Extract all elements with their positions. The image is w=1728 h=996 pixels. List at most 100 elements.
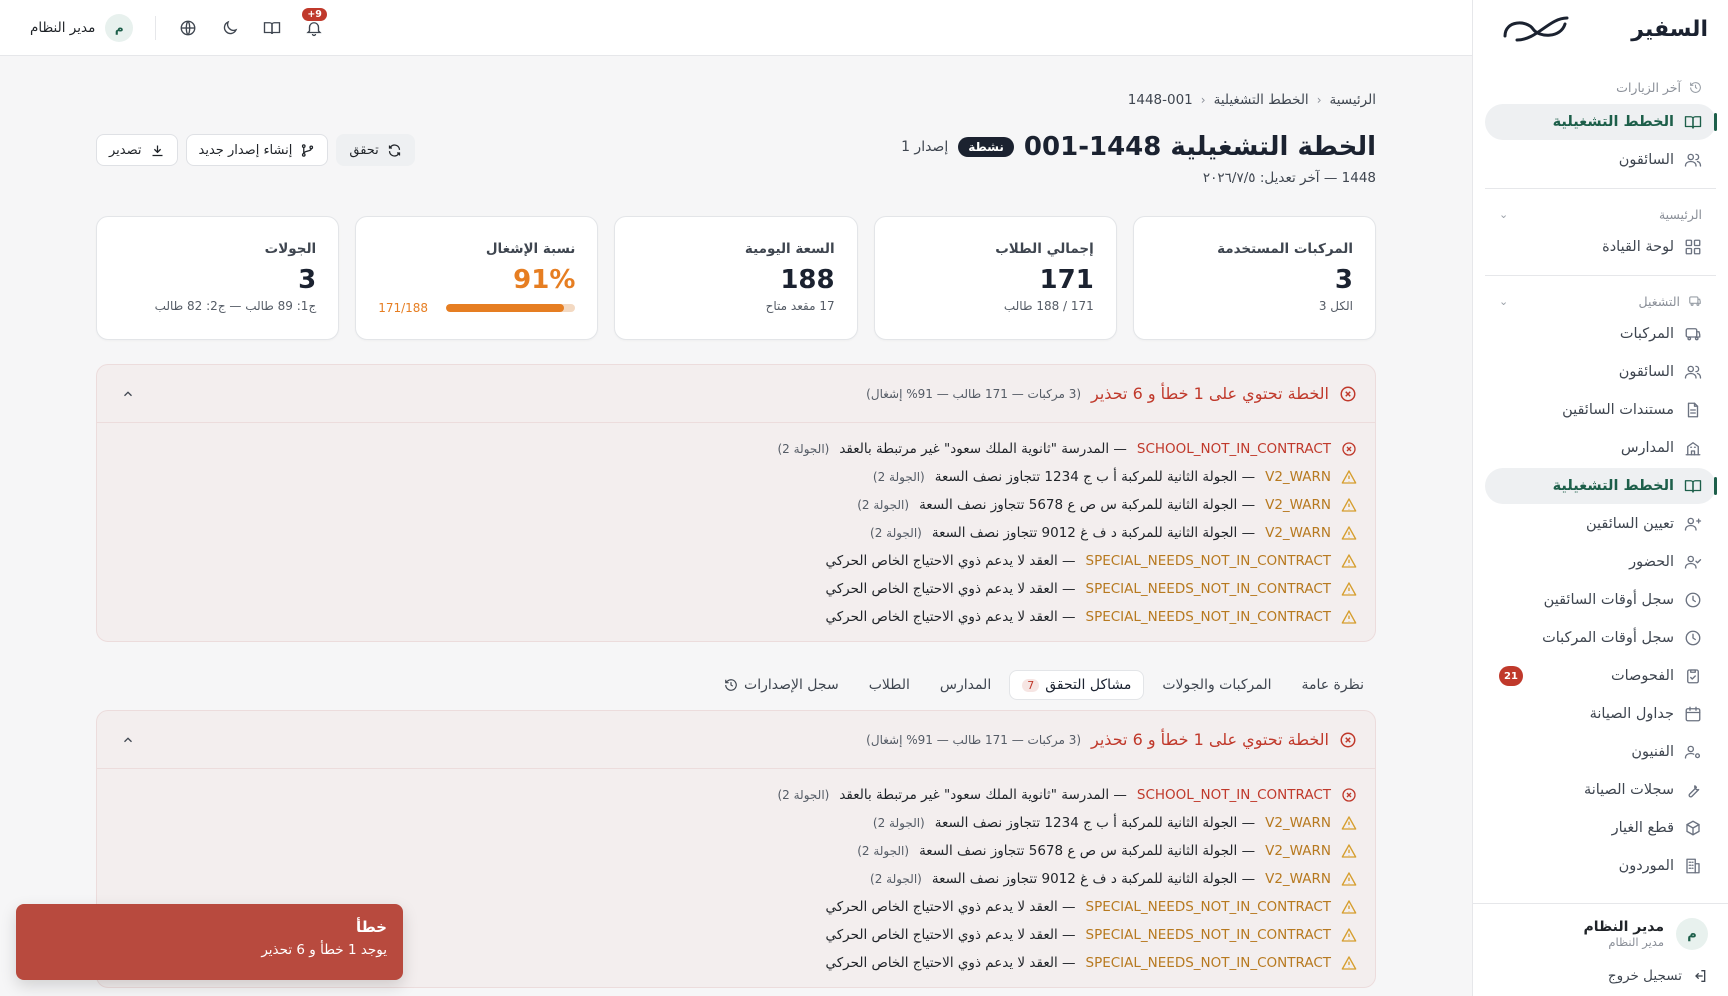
stat-sub: الكل 3 xyxy=(1318,299,1353,313)
section-operations[interactable]: التشغيل ⌄ xyxy=(1485,286,1716,316)
breadcrumb-home[interactable]: الرئيسية xyxy=(1330,92,1377,108)
sidebar-item-ops-6[interactable]: الحضور xyxy=(1485,544,1716,580)
sidebar-item-label: الفحوصات xyxy=(1610,668,1674,684)
issue-text: — الجولة الثانية للمركبة س ص ع 5678 تتجا… xyxy=(919,497,1256,513)
recent-item-1[interactable]: السائقون xyxy=(1485,142,1716,178)
chevron-up-icon[interactable] xyxy=(121,387,135,401)
tab-label: المركبات والجولات xyxy=(1162,677,1272,693)
tab-3[interactable]: المدارس xyxy=(928,670,1003,700)
clock-icon xyxy=(1684,591,1702,609)
validation-panel-header[interactable]: الخطة تحتوي على 1 خطأ و 6 تحذير (3 مركبا… xyxy=(97,365,1375,423)
book-icon[interactable] xyxy=(262,18,282,38)
user-check-icon xyxy=(1684,553,1702,571)
issue-code: V2_WARN xyxy=(1265,525,1331,541)
sidebar-item-label: الحضور xyxy=(1629,554,1674,570)
bell-icon[interactable]: +9 xyxy=(302,7,327,38)
chevron-up-icon[interactable] xyxy=(121,733,135,747)
sidebar-item-ops-14[interactable]: الموردون xyxy=(1485,848,1716,884)
sidebar-item-label: المركبات xyxy=(1619,326,1674,342)
error-circle-icon xyxy=(1341,787,1357,803)
brand-logo-icon xyxy=(1503,16,1569,42)
occupancy-progress-text: 171/188 xyxy=(378,301,429,315)
stat-sub: 171 / 188 طالب xyxy=(1003,299,1094,313)
section-home[interactable]: الرئيسية ⌄ xyxy=(1485,199,1716,229)
user-assign-icon xyxy=(1684,515,1702,533)
avatar: م xyxy=(105,13,134,42)
issue-code: SPECIAL_NEEDS_NOT_IN_CONTRACT xyxy=(1085,955,1331,971)
sidebar-item-ops-1[interactable]: السائقون xyxy=(1485,354,1716,390)
validation-panel-title: الخطة تحتوي على 1 خطأ و 6 تحذير (3 مركبا… xyxy=(866,730,1357,749)
stats-cards: المركبات المستخدمة 3 الكل 3 إجمالي الطلا… xyxy=(95,216,1376,340)
sidebar-item-ops-5[interactable]: تعيين السائقين xyxy=(1485,506,1716,542)
breadcrumb-plans[interactable]: الخطط التشغيلية xyxy=(1214,92,1309,108)
issue-text: — العقد لا يدعم ذوي الاحتياج الخاص الحرك… xyxy=(825,955,1076,971)
building-icon xyxy=(1684,857,1702,875)
users-icon xyxy=(1684,151,1702,169)
git-branch-icon xyxy=(300,143,315,158)
sidebar-nav: آخر الزيارات الخطط التشغيلية السائقون الر… xyxy=(1473,58,1728,903)
page-content: الرئيسية ‹ الخطط التشغيلية ‹ 1448-001 ال… xyxy=(0,56,1472,996)
issue-context: (الجولة 2) xyxy=(777,788,830,802)
validation-title: الخطة تحتوي على 1 خطأ و 6 تحذير xyxy=(1091,384,1329,403)
tab-4[interactable]: الطلاب xyxy=(857,670,922,700)
sidebar-item-ops-12[interactable]: سجلات الصيانة xyxy=(1485,772,1716,808)
sidebar-item-ops-0[interactable]: المركبات xyxy=(1485,316,1716,352)
sidebar-item-ops-13[interactable]: قطع الغيار xyxy=(1485,810,1716,846)
recent-item-0[interactable]: الخطط التشغيلية xyxy=(1485,104,1717,140)
issue-context: (الجولة 2) xyxy=(777,442,830,456)
validation-issues: SCHOOL_NOT_IN_CONTRACT — المدرسة "ثانوية … xyxy=(97,423,1375,641)
stat-label: الجولات xyxy=(264,241,317,257)
count-badge: 21 xyxy=(1499,666,1523,686)
error-toast[interactable]: خطأ يوجد 1 خطأ و 6 تحذير xyxy=(16,904,403,980)
plan-tabs: نظرة عامة المركبات والجولات مشاكل التحقق 7 ا… xyxy=(96,670,1376,700)
recent-visits-header: آخر الزيارات xyxy=(1485,70,1716,104)
chevron-left-icon: ‹ xyxy=(1316,93,1322,107)
sidebar-item-label: الموردون xyxy=(1618,858,1674,874)
sidebar-item-label: سجلات الصيانة xyxy=(1583,782,1674,798)
brand[interactable]: السفير xyxy=(1473,0,1728,58)
sidebar-item-ops-10[interactable]: جداول الصيانة xyxy=(1485,696,1716,732)
new-version-button-label: إنشاء إصدار جديد xyxy=(198,142,293,158)
validation-panel-header[interactable]: الخطة تحتوي على 1 خطأ و 6 تحذير (3 مركبا… xyxy=(97,711,1375,769)
issue-context: (الجولة 2) xyxy=(857,498,910,512)
tab-label: الطلاب xyxy=(868,677,910,693)
tab-1[interactable]: المركبات والجولات xyxy=(1150,670,1283,700)
sidebar-user[interactable]: م مدير النظام مدير النظام xyxy=(1493,918,1708,950)
globe-icon[interactable] xyxy=(178,18,198,38)
verify-button[interactable]: تحقق xyxy=(336,134,415,166)
sidebar-item-ops-8[interactable]: سجل أوقات المركبات xyxy=(1485,620,1716,656)
logout-button[interactable]: تسجيل خروج xyxy=(1493,968,1708,984)
stat-label: إجمالي الطلاب xyxy=(995,241,1094,257)
sidebar-item-ops-11[interactable]: الفنيون xyxy=(1485,734,1716,770)
section-operations-title: التشغيل xyxy=(1639,294,1702,309)
tab-2[interactable]: مشاكل التحقق 7 xyxy=(1009,670,1145,700)
validation-meta: (3 مركبات — 171 طالب — 91% إشغال) xyxy=(866,386,1082,401)
tab-5[interactable]: سجل الإصدارات xyxy=(712,670,851,700)
moon-icon[interactable] xyxy=(220,18,240,38)
issue-text: — العقد لا يدعم ذوي الاحتياج الخاص الحرك… xyxy=(825,553,1076,569)
sidebar-item-ops-2[interactable]: مستندات السائقين xyxy=(1485,392,1716,428)
stat-card-occupancy: نسبة الإشغال 91% 171/188 xyxy=(355,216,599,340)
sidebar-user-role: مدير النظام xyxy=(1608,935,1664,949)
status-badge: نشطة xyxy=(958,137,1014,157)
sidebar-item-dashboard[interactable]: لوحة القيادة xyxy=(1485,229,1716,265)
chevron-down-icon: ⌄ xyxy=(1499,207,1509,221)
stat-value: 171 xyxy=(1039,265,1094,295)
warning-triangle-icon xyxy=(1341,843,1357,859)
list-item: V2_WARN — الجولة الثانية للمركبة س ص ع 56… xyxy=(115,491,1357,519)
warning-triangle-icon xyxy=(1341,553,1357,569)
sidebar-item-ops-4[interactable]: الخطط التشغيلية xyxy=(1485,468,1717,504)
topbar-user[interactable]: م مدير النظام xyxy=(30,13,134,42)
sidebar-item-ops-3[interactable]: المدارس xyxy=(1485,430,1716,466)
toast-title: خطأ xyxy=(355,918,387,936)
warning-triangle-icon xyxy=(1341,581,1357,597)
stat-value: 188 xyxy=(780,265,835,295)
sidebar-item-ops-7[interactable]: سجل أوقات السائقين xyxy=(1485,582,1716,618)
export-button[interactable]: تصدير xyxy=(96,134,178,166)
issue-context: (الجولة 2) xyxy=(870,872,922,886)
sidebar-item-ops-9[interactable]: الفحوصات 21 xyxy=(1485,658,1716,694)
new-version-button[interactable]: إنشاء إصدار جديد xyxy=(185,134,329,166)
tab-0[interactable]: نظرة عامة xyxy=(1289,670,1376,700)
notifications-badge: +9 xyxy=(302,7,327,21)
sidebar-divider xyxy=(1485,188,1716,189)
